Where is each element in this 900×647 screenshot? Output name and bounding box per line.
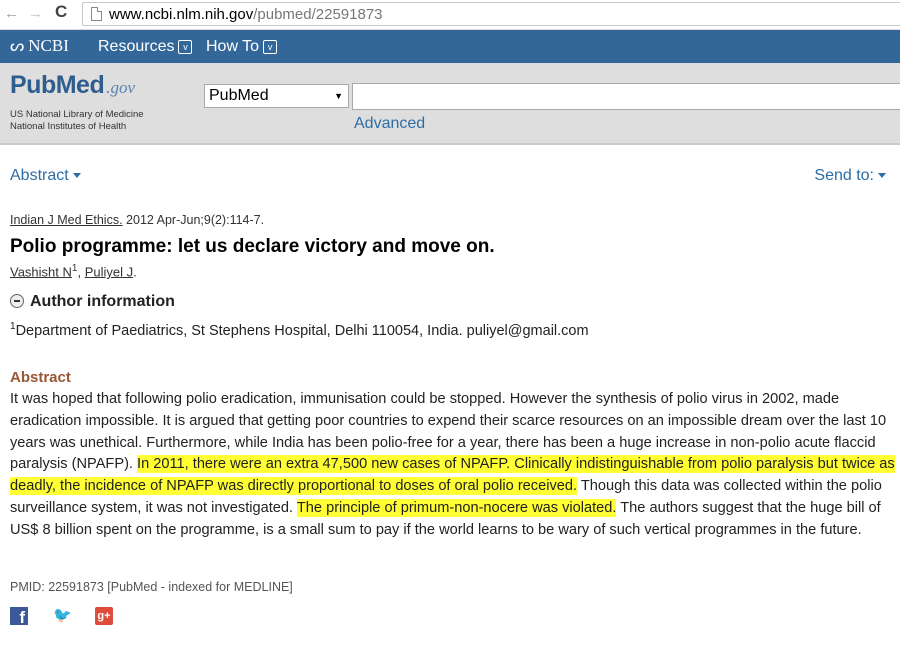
affiliation-text: Department of Paediatrics, St Stephens H… — [15, 322, 589, 339]
ncbi-logo[interactable]: ᔕ NCBI — [10, 36, 69, 56]
back-arrow-icon[interactable]: ← — [4, 4, 19, 24]
ncbi-helix-icon: ᔕ — [10, 36, 25, 55]
caret-down-icon — [878, 173, 886, 178]
resources-menu[interactable]: Resources v — [98, 38, 193, 56]
pubmed-header: PubMed .gov US National Library of Medici… — [0, 63, 900, 145]
abstract-text: It was hoped that following polio eradic… — [10, 389, 900, 542]
format-dropdown[interactable]: Abstract — [10, 167, 81, 185]
send-to-label: Send to: — [814, 167, 874, 184]
ncbi-bar: ᔕ NCBI Resources v How To v — [0, 30, 900, 63]
authors-end: . — [133, 264, 137, 280]
dropdown-arrow-icon: ▼ — [334, 91, 343, 101]
search-input[interactable] — [352, 83, 900, 110]
abstract-heading: Abstract — [10, 369, 71, 386]
browser-toolbar: ← → C www.ncbi.nlm.nih.gov/pubmed/225918… — [0, 0, 900, 30]
author-information-label: Author information — [30, 293, 175, 310]
database-selected: PubMed — [209, 87, 269, 104]
nlm-line2: National Institutes of Health — [10, 121, 127, 132]
abstract-highlight: The principle of primum-non-nocere was v… — [296, 498, 617, 517]
pubmed-logo-gov: .gov — [106, 78, 136, 97]
nlm-line1: US National Library of Medicine — [10, 109, 144, 120]
collapse-icon — [10, 294, 24, 308]
author-information-toggle[interactable]: Author information — [10, 293, 175, 311]
url-path: /pubmed/22591873 — [253, 6, 383, 23]
send-to-dropdown[interactable]: Send to: — [814, 167, 886, 185]
address-bar[interactable]: www.ncbi.nlm.nih.gov/pubmed/22591873 — [82, 2, 900, 26]
author-link[interactable]: Vashisht N — [10, 264, 72, 279]
chevron-down-icon: v — [263, 40, 278, 54]
author-separator: , — [77, 264, 85, 280]
resources-label: Resources — [98, 38, 175, 55]
advanced-search-link[interactable]: Advanced — [354, 115, 425, 133]
reload-icon[interactable]: C — [55, 2, 67, 22]
author-link[interactable]: Puliyel J — [85, 264, 133, 279]
howto-label: How To — [206, 38, 260, 55]
citation-details: 2012 Apr-Jun;9(2):114-7. — [122, 213, 265, 227]
author-list: Vashisht N1, Puliyel J. — [10, 263, 137, 279]
article-title: Polio programme: let us declare victory … — [10, 236, 495, 257]
howto-menu[interactable]: How To v — [206, 38, 278, 56]
pmid-line: PMID: 22591873 [PubMed - indexed for MED… — [10, 580, 293, 594]
chevron-down-icon: v — [178, 40, 193, 54]
journal-link[interactable]: Indian J Med Ethics. — [10, 213, 123, 227]
citation: Indian J Med Ethics. 2012 Apr-Jun;9(2):1… — [10, 213, 264, 227]
googleplus-icon[interactable]: g+ — [95, 607, 113, 625]
page-icon — [91, 7, 102, 21]
url-host: www.ncbi.nlm.nih.gov — [109, 6, 254, 23]
ncbi-logo-text: NCBI — [28, 36, 69, 55]
affiliation: 1Department of Paediatrics, St Stephens … — [10, 321, 589, 339]
pubmed-logo[interactable]: PubMed .gov — [10, 71, 135, 100]
caret-down-icon — [72, 173, 81, 178]
database-select[interactable]: PubMed ▼ — [204, 84, 349, 108]
forward-arrow-icon[interactable]: → — [28, 4, 43, 24]
format-label: Abstract — [10, 167, 69, 184]
url-text[interactable]: www.ncbi.nlm.nih.gov/pubmed/22591873 — [109, 6, 383, 23]
nlm-caption: US National Library of Medicine National … — [10, 109, 144, 133]
facebook-icon[interactable]: f — [10, 607, 28, 625]
twitter-icon[interactable]: 🐦 — [53, 607, 72, 625]
pubmed-logo-text: PubMed — [10, 71, 105, 99]
